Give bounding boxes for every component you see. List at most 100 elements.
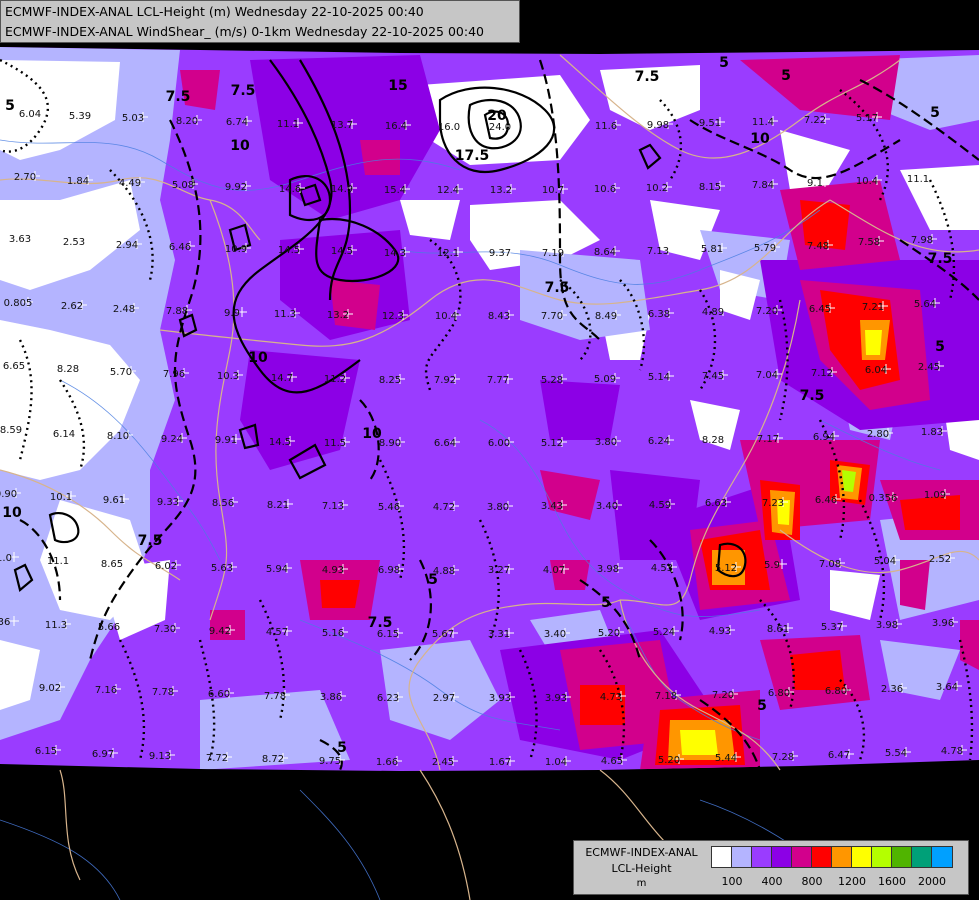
- grid-value-label: 2.53: [63, 237, 85, 248]
- grid-value-label: 6.98: [378, 565, 400, 576]
- legend-swatch: [792, 847, 812, 867]
- contour-label: 7.5: [368, 615, 393, 631]
- grid-value-label: 6.46: [169, 242, 191, 253]
- contour-label: 7.5: [545, 280, 570, 296]
- grid-value-label: 14.9: [331, 184, 353, 195]
- grid-value-label: 14.5: [269, 437, 291, 448]
- grid-value-label: 5.79: [754, 243, 776, 254]
- grid-value-label: 6.74: [226, 117, 248, 128]
- grid-value-label: 6.80: [768, 688, 790, 699]
- grid-value-label: 4.59: [649, 500, 671, 511]
- grid-value-label: 14.5: [278, 245, 300, 256]
- legend-box: ECMWF-INDEX-ANAL LCL-Height m 100 400 800 1…: [573, 840, 969, 895]
- grid-value-label: 7.72: [206, 753, 228, 764]
- grid-value-label: 5.46: [378, 502, 400, 513]
- contour-label: 5: [428, 572, 438, 588]
- grid-value-label: 5.24: [653, 627, 675, 638]
- grid-value-label: 15.4: [384, 185, 406, 196]
- contour-label: 15: [388, 78, 407, 94]
- contour-label: 5: [930, 105, 940, 121]
- grid-value-label: 7.48: [807, 241, 829, 252]
- grid-value-label: 8.25: [379, 375, 401, 386]
- grid-value-label: 8.21: [267, 500, 289, 511]
- grid-value-label: 4.65: [601, 756, 623, 767]
- grid-value-label: 11.3: [45, 620, 67, 631]
- grid-value-label: 36: [0, 617, 10, 628]
- legend-swatch: [712, 847, 732, 867]
- grid-value-label: 7.12: [811, 368, 833, 379]
- grid-value-label: 5.9: [764, 560, 780, 571]
- grid-value-label: 13.2: [490, 185, 512, 196]
- grid-value-label: 3.40: [544, 629, 566, 640]
- grid-value-label: 6.60: [208, 689, 230, 700]
- grid-value-label: 13.7: [331, 120, 353, 131]
- grid-value-label: 9.51: [699, 118, 721, 129]
- legend-swatch: [872, 847, 892, 867]
- grid-value-label: 3.64: [936, 682, 958, 693]
- contour-label: 10: [362, 426, 382, 442]
- grid-value-label: 5.20: [598, 628, 620, 639]
- grid-value-label: 8.56: [212, 498, 234, 509]
- grid-value-label: 8.28: [702, 435, 724, 446]
- grid-value-label: 6.65: [3, 361, 25, 372]
- contour-label: 7.5: [635, 69, 660, 85]
- grid-value-label: 3.80: [487, 502, 509, 513]
- legend-swatch: [932, 847, 952, 867]
- grid-value-label: 6.15: [35, 746, 57, 757]
- grid-value-label: 6.45: [809, 304, 831, 315]
- contour-label: 7.5: [231, 83, 256, 99]
- grid-value-label: 2.52: [929, 554, 951, 565]
- grid-value-label: 5.66: [98, 622, 120, 633]
- grid-value-label: 3.98: [597, 564, 619, 575]
- grid-value-label: 9.75: [319, 756, 341, 767]
- grid-value-label: 1.09: [924, 490, 946, 501]
- grid-value-label: 5.14: [648, 372, 670, 383]
- grid-value-label: 1.0: [0, 553, 12, 564]
- legend-unit: m: [636, 878, 647, 889]
- grid-value-label: 12.3: [382, 311, 404, 322]
- grid-value-label: 9.13: [149, 751, 171, 762]
- grid-value-label: 5.12: [541, 438, 563, 449]
- lcl-height-map: 6.04 5.39 5.03 8.20 6.74 11.1 13.7 16.4 16.0 24.0…: [0, 0, 979, 900]
- grid-value-label: 4.57: [266, 627, 288, 638]
- grid-value-label: 5.17: [856, 113, 878, 124]
- grid-value-label: 7.96: [163, 369, 185, 380]
- title-line-2: ECMWF-INDEX-ANAL WindShear_ (m/s) 0-1km …: [5, 24, 484, 39]
- grid-value-label: 7.21: [862, 302, 884, 313]
- grid-value-label: 9.24: [161, 434, 183, 445]
- grid-value-label: 11.1: [277, 119, 299, 130]
- title-box: ECMWF-INDEX-ANAL LCL-Height (m) Wednesda…: [0, 0, 520, 43]
- grid-value-label: 7.77: [487, 375, 509, 386]
- grid-value-label: 5.70: [110, 367, 132, 378]
- grid-value-label: 1.84: [67, 176, 89, 187]
- contour-label: 5: [781, 68, 791, 84]
- grid-value-label: 6.38: [648, 309, 670, 320]
- grid-value-label: 14.6: [279, 184, 301, 195]
- grid-value-label: 10.2: [646, 183, 668, 194]
- grid-value-label: 10.9: [225, 244, 247, 255]
- title-line-1: ECMWF-INDEX-ANAL LCL-Height (m) Wednesda…: [5, 4, 424, 19]
- grid-value-label: 4.07: [543, 565, 565, 576]
- contour-label: 5: [5, 98, 15, 114]
- grid-value-label: 4.73: [600, 692, 622, 703]
- grid-value-label: 1.04: [545, 757, 567, 768]
- grid-value-label: 6.80: [825, 686, 847, 697]
- grid-value-label: 8.64: [594, 247, 616, 258]
- legend-swatch: [812, 847, 832, 867]
- grid-value-label: 5.20: [658, 755, 680, 766]
- grid-value-label: 7.78: [152, 687, 174, 698]
- grid-value-label: 4.53: [651, 563, 673, 574]
- grid-value-label: 13.2: [327, 310, 349, 321]
- contour-label: 5: [601, 595, 611, 611]
- grid-value-label: 14.3: [384, 248, 406, 259]
- grid-value-label: 11.6: [595, 121, 617, 132]
- grid-value-label: 4.93: [709, 626, 731, 637]
- grid-value-label: 11.1: [907, 174, 929, 185]
- grid-value-label: 3.27: [488, 565, 510, 576]
- grid-value-label: 8.10: [107, 431, 129, 442]
- grid-value-label: 7.84: [752, 180, 774, 191]
- grid-value-label: 11.2: [324, 374, 346, 385]
- grid-value-label: 8.15: [699, 182, 721, 193]
- legend-tick-label: 800: [801, 875, 823, 888]
- legend-tick-label: 1200: [838, 875, 866, 888]
